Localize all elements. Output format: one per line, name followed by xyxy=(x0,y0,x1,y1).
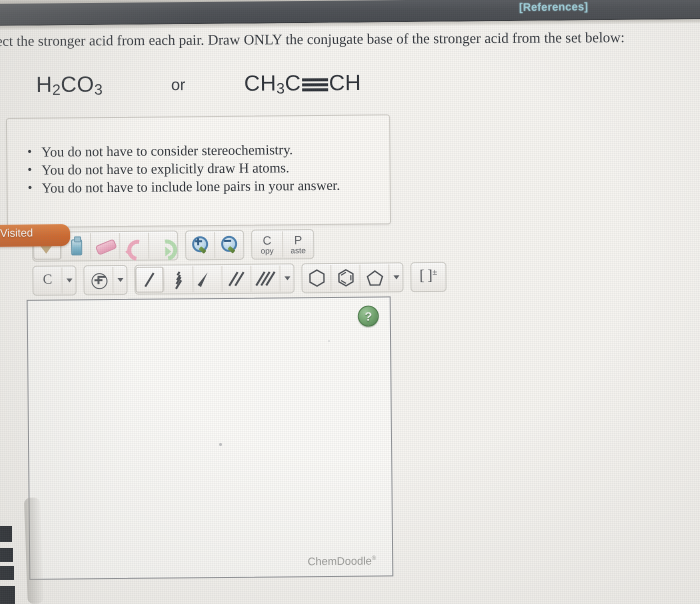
triple-bond-icon xyxy=(255,268,276,288)
benzene-ring-tool[interactable] xyxy=(331,264,361,291)
formula-right-sub1: 3 xyxy=(276,80,285,98)
double-bond-icon xyxy=(226,269,246,289)
toolbar-row-2: C [] ± xyxy=(32,261,453,296)
charge-bracket-tool[interactable]: [ ] ± xyxy=(411,264,445,290)
single-bond-icon xyxy=(139,270,159,290)
formula-row: H2CO3 or CH3C CH xyxy=(36,66,436,108)
benzene-ring-icon xyxy=(335,268,355,288)
notes-list: You do not have to consider stereochemis… xyxy=(7,115,390,198)
references-link[interactable]: [References] xyxy=(519,1,588,14)
triple-bond-icon xyxy=(301,77,328,91)
browser-top-bar: [References] xyxy=(0,0,700,30)
formula-right-part1: CH xyxy=(244,70,277,96)
edge-block xyxy=(0,586,15,604)
toolbar-group-clipboard: C opy P aste xyxy=(250,229,315,260)
plus-minus-symbol: ± xyxy=(432,266,438,277)
charge-circle-icon xyxy=(88,270,108,290)
undo-arrow-icon xyxy=(124,236,144,256)
ring-dropdown-toggle[interactable] xyxy=(389,264,402,290)
formula-right-part3: CH xyxy=(328,70,362,96)
left-edge-artifact xyxy=(0,0,26,604)
toolbar-group-zoom xyxy=(184,229,245,261)
toolbar-group-element: C xyxy=(32,265,77,296)
eraser-tool[interactable] xyxy=(91,232,121,260)
formula-left-part2: CO xyxy=(60,71,95,97)
zoom-in-button[interactable] xyxy=(186,232,216,259)
note-item: You do not have to include lone pairs in… xyxy=(42,177,390,198)
formula-right: CH3C CH xyxy=(244,70,361,98)
chevron-down-icon xyxy=(283,276,290,281)
canvas-speck xyxy=(328,339,331,342)
canvas-speck xyxy=(219,443,223,447)
cyclohexane-ring-tool[interactable] xyxy=(302,264,332,292)
formula-connector: or xyxy=(171,77,186,95)
toolbar-row-1: C opy P aste xyxy=(31,229,321,262)
bracket-left: [ xyxy=(419,268,425,285)
help-button[interactable]: ? xyxy=(357,305,379,327)
magnifier-plus-icon xyxy=(190,235,210,255)
cyclopentane-ring-tool[interactable] xyxy=(360,264,390,291)
formula-left-sub1: 2 xyxy=(52,81,61,99)
formula-left-part1: H xyxy=(36,71,53,97)
double-bond-tool[interactable] xyxy=(222,265,252,293)
help-button-label: ? xyxy=(364,309,373,324)
bond-dropdown-toggle[interactable] xyxy=(280,265,293,291)
hash-bond-icon xyxy=(168,269,188,289)
triple-bond-tool[interactable] xyxy=(251,265,281,292)
eraser-icon xyxy=(95,236,115,256)
wedge-bond-tool[interactable] xyxy=(193,266,223,293)
screenshot-root: [References] lect the stronger acid from… xyxy=(0,0,700,604)
element-carbon-label: C xyxy=(42,272,53,288)
redo-button[interactable] xyxy=(149,232,177,258)
wedge-bond-icon xyxy=(197,269,217,289)
copy-button-initial: C xyxy=(262,233,272,248)
chemdoodle-watermark: ChemDoodle® xyxy=(308,556,377,569)
formula-left: H2CO3 xyxy=(36,72,103,99)
chevron-down-icon xyxy=(116,277,123,283)
toolbar-group-charge xyxy=(83,264,128,296)
formula-right-part2: C xyxy=(284,70,302,96)
toolbar-group-bonds xyxy=(134,263,295,295)
question-prompt: lect the stronger acid from each pair. D… xyxy=(0,30,625,50)
paste-button-rest: aste xyxy=(290,245,306,255)
charge-dropdown-toggle[interactable] xyxy=(113,267,126,293)
watermark-registered-mark: ® xyxy=(371,555,377,562)
hash-bond-tool[interactable] xyxy=(164,266,194,293)
redo-arrow-icon xyxy=(153,235,173,255)
notes-panel: You do not have to consider stereochemis… xyxy=(6,114,392,228)
pentagon-ring-icon xyxy=(364,267,384,287)
edge-block xyxy=(0,526,12,542)
zoom-out-button[interactable] xyxy=(215,232,243,258)
copy-button[interactable]: C opy xyxy=(252,231,284,258)
edge-block xyxy=(0,548,13,562)
element-carbon-tool[interactable]: C xyxy=(33,267,63,294)
watermark-text: ChemDoodle xyxy=(307,555,372,569)
magnifier-minus-icon xyxy=(219,235,239,255)
chemdoodle-sketcher: C opy P aste C [] ± ? ChemDoodle® xyxy=(14,228,447,584)
chevron-down-icon xyxy=(65,278,72,283)
formula-left-sub2: 3 xyxy=(94,81,103,99)
paste-button-initial: P xyxy=(294,232,303,247)
hexagon-ring-icon xyxy=(306,268,326,288)
bracket-charge-icon: [ ] ± xyxy=(417,267,439,287)
chevron-down-icon xyxy=(392,275,399,280)
undo-button[interactable] xyxy=(120,232,150,259)
paste-button[interactable]: P aste xyxy=(283,231,313,257)
single-bond-tool[interactable] xyxy=(135,266,165,293)
drawing-canvas[interactable]: ? ChemDoodle® xyxy=(26,296,394,580)
charge-tool[interactable] xyxy=(84,267,114,294)
toolbar-group-rings xyxy=(301,262,404,294)
toolbar-group-bracket: [ ] ± xyxy=(410,261,447,293)
copy-button-rest: opy xyxy=(260,246,274,256)
edge-block xyxy=(0,566,14,580)
element-dropdown-toggle[interactable] xyxy=(62,267,75,293)
